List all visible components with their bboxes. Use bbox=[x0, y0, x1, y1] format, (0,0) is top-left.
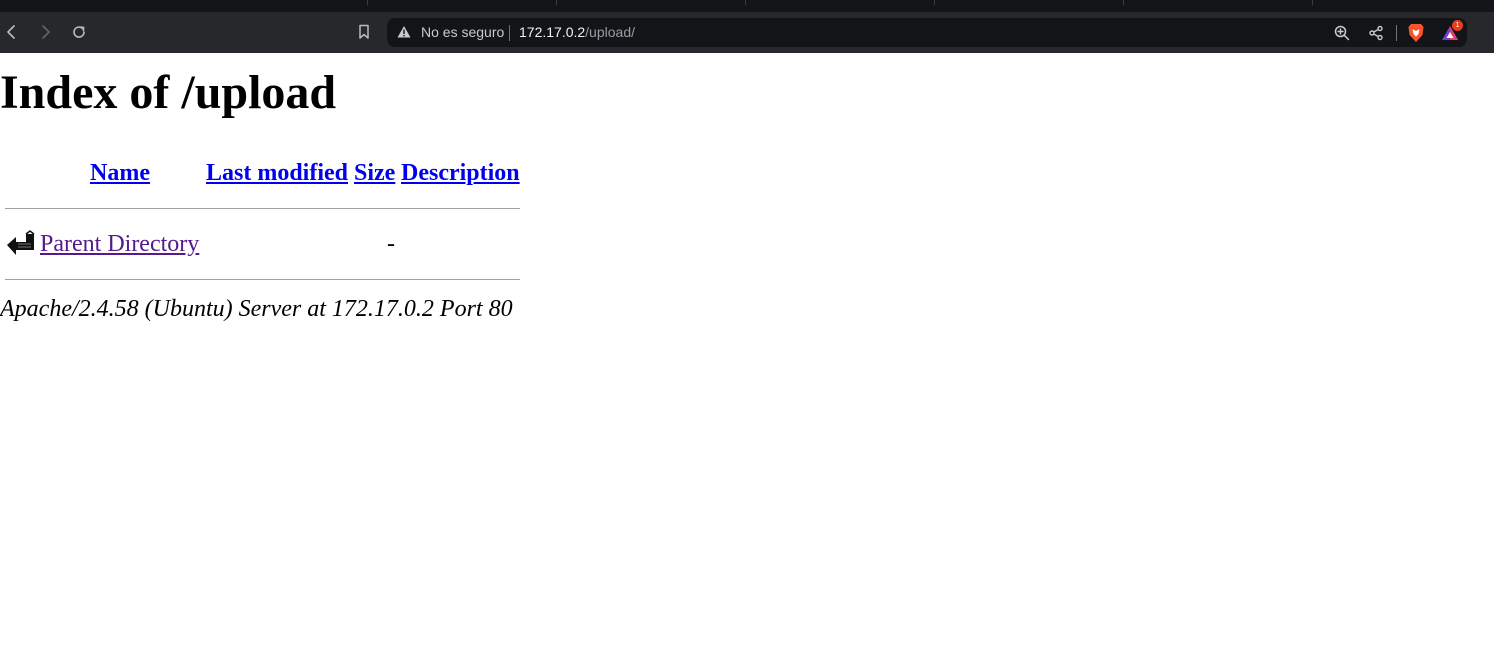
back-arrow-icon bbox=[7, 25, 15, 39]
tab-divider bbox=[1312, 0, 1313, 5]
parent-directory-link[interactable]: Parent Directory bbox=[40, 231, 199, 258]
omnibox-divider bbox=[1396, 25, 1397, 41]
size-cell: - bbox=[387, 231, 395, 257]
omnibox-divider bbox=[509, 25, 510, 41]
tab-divider bbox=[1123, 0, 1124, 5]
tab-strip bbox=[0, 0, 1494, 12]
forward-arrow-icon bbox=[42, 25, 50, 39]
forward-button[interactable] bbox=[35, 22, 55, 42]
brave-lion-icon bbox=[1408, 24, 1424, 42]
page-content: Index of /upload Name Last modified Size… bbox=[0, 53, 1494, 672]
url-path: /upload/ bbox=[585, 24, 635, 40]
share-button[interactable] bbox=[1366, 23, 1386, 43]
tab-divider bbox=[556, 0, 557, 5]
sort-by-name-link[interactable]: Name bbox=[90, 160, 150, 187]
share-icon bbox=[1369, 25, 1383, 41]
reload-icon bbox=[73, 26, 85, 38]
server-signature: Apache/2.4.58 (Ubuntu) Server at 172.17.… bbox=[0, 296, 513, 322]
warning-triangle-icon[interactable] bbox=[397, 25, 411, 39]
footer-divider bbox=[5, 279, 520, 280]
reload-button[interactable] bbox=[69, 22, 89, 42]
sort-by-size-link[interactable]: Size bbox=[354, 160, 395, 187]
bookmark-icon bbox=[359, 24, 369, 39]
sort-by-last-modified-link[interactable]: Last modified bbox=[206, 160, 348, 187]
sort-by-description-link[interactable]: Description bbox=[401, 160, 520, 187]
url-host: 172.17.0.2 bbox=[519, 24, 586, 40]
tab-divider bbox=[745, 0, 746, 5]
security-label[interactable]: No es seguro bbox=[421, 24, 504, 40]
tab-divider bbox=[367, 0, 368, 5]
address-bar[interactable]: No es seguro 172.17.0.2/upload/ 1 bbox=[387, 18, 1467, 47]
rewards-badge: 1 bbox=[1452, 20, 1463, 31]
zoom-button[interactable] bbox=[1332, 23, 1352, 43]
brave-rewards-button[interactable]: 1 bbox=[1440, 20, 1463, 43]
back-folder-icon bbox=[7, 230, 35, 255]
brave-shields-button[interactable] bbox=[1406, 23, 1426, 43]
header-divider bbox=[5, 208, 520, 209]
page-title: Index of /upload bbox=[0, 66, 337, 119]
browser-toolbar: No es seguro 172.17.0.2/upload/ 1 bbox=[0, 12, 1494, 53]
zoom-in-icon bbox=[1334, 25, 1350, 41]
back-button[interactable] bbox=[2, 22, 22, 42]
url-text[interactable]: 172.17.0.2/upload/ bbox=[519, 24, 635, 40]
bookmark-button[interactable] bbox=[354, 22, 374, 42]
tab-divider bbox=[934, 0, 935, 5]
